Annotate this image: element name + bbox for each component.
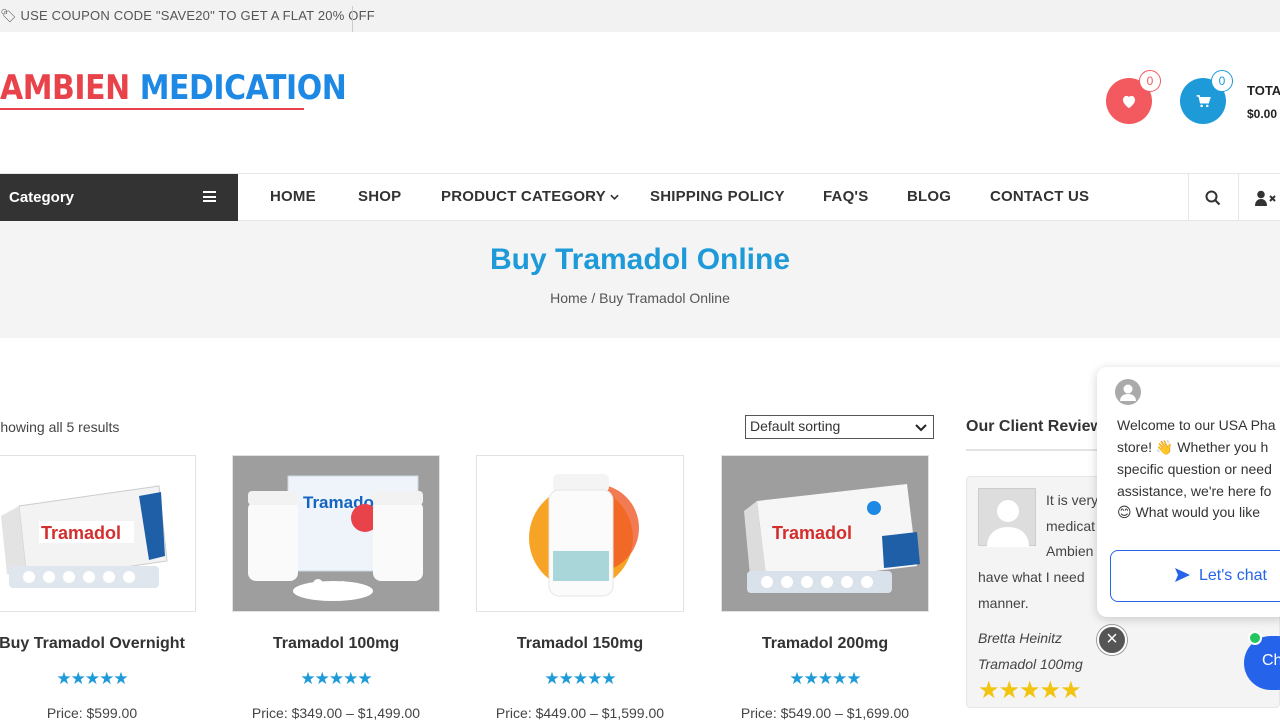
chevron-down-icon [915,424,927,432]
star-rating: ★★★★★ [56,669,128,688]
product-card[interactable]: Tramadol Buy Tramadol Overnight ★★★★★ Pr… [0,455,196,720]
svg-text:Tramadol: Tramadol [772,523,852,543]
logo-part-1: AMBIEN [0,68,130,108]
product-card[interactable]: Tramadol Tramadol 200mg ★★★★★ Price: $54… [721,455,929,720]
search-icon[interactable] [1205,190,1221,206]
review-text-line: medicat [1046,518,1096,534]
results-count: Showing all 5 results [0,419,120,435]
nav-contact-us[interactable]: CONTACT US [990,188,1089,205]
sorting-value: Default sorting [750,418,841,434]
online-status-dot [1248,631,1262,645]
send-icon [1175,568,1190,582]
product-card[interactable]: Tramadol 150mg ★★★★★ Price: $449.00 – $1… [476,455,684,720]
chat-message-line: 😊 What would you like [1117,504,1260,520]
product-card[interactable]: Tramadol Tramadol 100mg ★★★★★ Price: $34… [232,455,440,720]
cart-total-label: TOTAL [1247,83,1280,98]
chat-message-line: Welcome to our USA Pha [1117,417,1276,433]
reviews-title: Our Client Reviews [966,418,1112,435]
breadcrumb[interactable]: Home / Buy Tramadol Online [0,290,1280,306]
lets-chat-button[interactable]: Let's chat [1110,550,1280,602]
product-price: Price: $549.00 – $1,699.00 [740,705,910,720]
nav-shipping-policy[interactable]: SHIPPING POLICY [650,188,785,205]
review-text-line: have what I need [978,569,1085,585]
chat-agent-avatar [1115,379,1141,405]
chat-message-line: specific question or need [1117,461,1272,477]
product-name[interactable]: Tramadol 200mg [721,635,929,653]
product-image[interactable]: Tramadol [232,455,440,612]
nav-faqs[interactable]: FAQ'S [823,188,868,205]
product-price: Price: $349.00 – $1,499.00 [251,705,421,720]
wishlist-count-badge: 0 [1139,70,1161,92]
product-name[interactable]: Buy Tramadol Overnight [0,635,196,653]
product-price: Price: $599.00 [46,705,138,720]
star-rating: ★★★★★ [544,669,616,688]
review-text-line: manner. [978,595,1029,611]
review-text-line: Ambien [1046,543,1094,559]
nav-blog[interactable]: BLOG [907,188,951,205]
hamburger-icon [203,191,216,202]
chat-close-button[interactable]: × [1097,625,1127,655]
nav-product-category-label: PRODUCT CATEGORY [441,188,606,205]
cart-count-badge: 0 [1211,70,1233,92]
svg-text:Tramadol: Tramadol [41,523,121,543]
sorting-select[interactable]: Default sorting [745,415,934,439]
reviewer-name: Bretta Heinitz [978,630,1063,646]
lets-chat-label: Let's chat [1199,567,1267,584]
heart-icon [1123,95,1135,108]
product-image[interactable]: Tramadol [0,455,196,612]
coupon-notice: 🏷 USE COUPON CODE "SAVE20" TO GET A FLAT… [0,8,375,23]
chat-launcher-label: Chat [1262,652,1280,669]
site-logo[interactable]: AMBIEN MEDICATION [0,64,347,112]
logo-underline [0,108,304,110]
reviewed-product: Tramadol 100mg [978,656,1083,672]
reviewer-avatar [978,488,1036,547]
chevron-down-icon [610,194,619,200]
page-title-banner: Buy Tramadol Online Home / Buy Tramadol … [0,221,1280,338]
user-icon[interactable] [1255,190,1277,206]
chat-message-line: store! 👋 Whether you h [1117,439,1269,455]
nav-shop[interactable]: SHOP [358,188,401,205]
product-image[interactable]: Tramadol [721,455,929,612]
review-text-line: It is very [1046,492,1099,508]
logo-part-2: MEDICATION [139,68,347,108]
product-name[interactable]: Tramadol 150mg [476,635,684,653]
cart-total-value: $0.00 [1247,107,1278,121]
category-label: Category [9,189,75,206]
nav-separator [1188,174,1189,221]
product-name[interactable]: Tramadol 100mg [232,635,440,653]
page-title: Buy Tramadol Online [489,243,791,276]
top-notice-bar: 🏷 USE COUPON CODE "SAVE20" TO GET A FLAT… [0,0,1280,32]
cart-icon [1196,94,1211,107]
star-rating: ★★★★★ [300,669,372,688]
nav-home[interactable]: HOME [270,188,316,205]
star-rating: ★★★★★ [789,669,861,688]
chat-message-line: assistance, we're here fo [1117,483,1272,499]
category-menu-button[interactable]: Category [0,174,238,221]
topbar-divider [352,6,353,32]
main-navigation: Category HOME SHOP PRODUCT CATEGORY SHIP… [0,173,1280,221]
review-star-rating: ★★★★★ [978,677,1082,704]
product-image[interactable] [476,455,684,612]
nav-product-category[interactable]: PRODUCT CATEGORY [441,188,619,205]
nav-separator [1238,174,1239,221]
product-price: Price: $449.00 – $1,599.00 [495,705,665,720]
